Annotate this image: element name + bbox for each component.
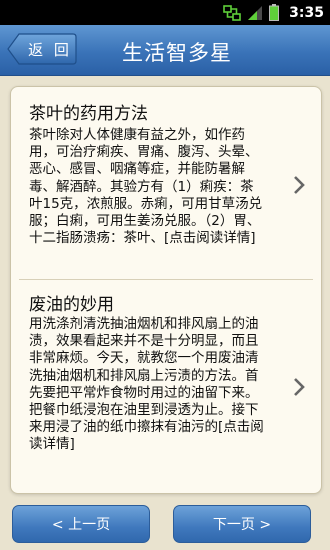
chevron-right-icon <box>294 378 305 396</box>
title-bar: 返 回 生活智多星 <box>0 25 330 76</box>
article-title: 茶叶的药用方法 <box>29 104 148 124</box>
article-title: 废油的妙用 <box>29 295 114 315</box>
next-page-button[interactable]: 下一页 > <box>173 505 311 543</box>
page-title: 生活智多星 <box>122 41 232 65</box>
article-summary: 用洗涤剂清洗抽油烟机和排风扇上的油渍，效果看起来并不是十分明显，而且非常麻烦。今… <box>29 316 264 453</box>
clock: 3:35 <box>289 4 324 21</box>
list-item[interactable]: 茶叶的药用方法 茶叶除对人体健康有益之外，如作药用，可治疗痢疾、胃痛、腹泻、头晕… <box>11 87 321 279</box>
article-summary: 茶叶除对人体健康有益之外，如作药用，可治疗痢疾、胃痛、腹泻、头晕、恶心、感冒、咽… <box>29 127 263 247</box>
signal-icon <box>248 5 263 20</box>
list-item[interactable]: 废油的妙用 用洗涤剂清洗抽油烟机和排风扇上的油渍，效果看起来并不是十分明显，而且… <box>11 280 321 493</box>
sync-icon <box>223 4 241 21</box>
chevron-right-icon <box>294 176 305 194</box>
status-icons: 3:35 <box>223 3 324 22</box>
previous-page-button[interactable]: < 上一页 <box>12 505 150 543</box>
battery-icon <box>269 4 280 21</box>
article-list: 茶叶的药用方法 茶叶除对人体健康有益之外，如作药用，可治疗痢疾、胃痛、腹泻、头晕… <box>10 86 322 494</box>
status-bar: 3:35 <box>0 0 330 25</box>
